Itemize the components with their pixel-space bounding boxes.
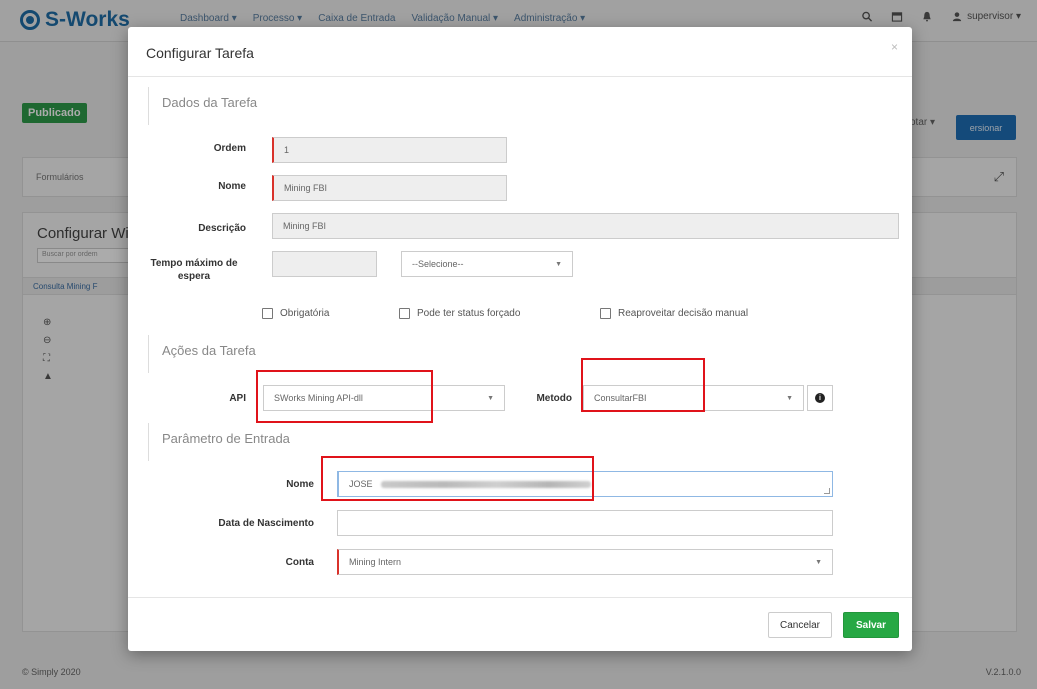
descricao-value: Mining FBI — [283, 221, 327, 231]
metodo-info-button[interactable]: i — [807, 385, 833, 411]
api-label: API — [229, 393, 246, 404]
modal-footer: Cancelar Salvar — [128, 597, 912, 651]
section-divider — [148, 423, 149, 461]
tempo-unit-value: --Selecione-- — [412, 259, 464, 269]
ordem-label: Ordem — [213, 143, 246, 154]
descricao-label: Descrição — [198, 223, 246, 234]
conta-value: Mining Intern — [349, 557, 402, 567]
ordem-field[interactable]: 1 — [272, 137, 507, 163]
tempo-label-line2: espera — [177, 271, 211, 282]
param-nome-label: Nome — [286, 479, 314, 490]
status-forcado-checkbox[interactable]: Pode ter status forçado — [399, 308, 520, 319]
reaproveitar-label: Reaproveitar decisão manual — [618, 308, 749, 319]
resize-handle-icon[interactable] — [824, 488, 830, 494]
nome-label: Nome — [218, 181, 246, 192]
nascimento-label: Data de Nascimento — [218, 518, 314, 529]
nome-value: Mining FBI — [284, 183, 328, 193]
nascimento-input[interactable] — [337, 510, 833, 536]
conta-select[interactable]: Mining Intern ▼ — [337, 549, 833, 575]
checkbox-box[interactable] — [600, 308, 611, 319]
modal-title: Configurar Tarefa — [146, 45, 254, 61]
chevron-down-icon: ▼ — [487, 395, 494, 402]
section-divider — [148, 87, 149, 125]
obrigatoria-checkbox[interactable]: Obrigatória — [262, 308, 329, 319]
configurar-tarefa-modal: Configurar Tarefa × Dados da Tarefa Orde… — [128, 27, 912, 651]
highlight-metodo — [581, 358, 705, 412]
ordem-value: 1 — [284, 145, 290, 155]
section-title-parametro: Parâmetro de Entrada — [162, 431, 290, 446]
reaproveitar-checkbox[interactable]: Reaproveitar decisão manual — [600, 308, 748, 319]
checkbox-box[interactable] — [262, 308, 273, 319]
conta-label: Conta — [285, 557, 314, 568]
metodo-label: Metodo — [536, 393, 572, 404]
modal-header: Configurar Tarefa × — [128, 27, 912, 77]
obrigatoria-label: Obrigatória — [280, 308, 330, 319]
chevron-down-icon: ▼ — [815, 559, 822, 566]
highlight-nome — [321, 456, 594, 501]
info-icon: i — [815, 393, 825, 403]
nome-field[interactable]: Mining FBI — [272, 175, 507, 201]
section-title-dados: Dados da Tarefa — [162, 95, 258, 110]
status-forcado-label: Pode ter status forçado — [417, 308, 521, 319]
save-button[interactable]: Salvar — [843, 612, 899, 638]
cancel-button[interactable]: Cancelar — [768, 612, 832, 638]
close-icon[interactable]: × — [891, 40, 898, 54]
descricao-field[interactable]: Mining FBI — [272, 213, 899, 239]
chevron-down-icon: ▼ — [786, 395, 793, 402]
section-title-acoes: Ações da Tarefa — [162, 343, 256, 358]
tempo-label: Tempo máximo de espera — [140, 257, 248, 283]
checkbox-box[interactable] — [399, 308, 410, 319]
chevron-down-icon: ▼ — [555, 261, 562, 268]
tempo-unit-select[interactable]: --Selecione-- ▼ — [401, 251, 573, 277]
tempo-label-line1: Tempo máximo de — [150, 258, 238, 269]
highlight-api — [256, 370, 433, 423]
section-divider — [148, 335, 149, 373]
tempo-field[interactable] — [272, 251, 377, 277]
